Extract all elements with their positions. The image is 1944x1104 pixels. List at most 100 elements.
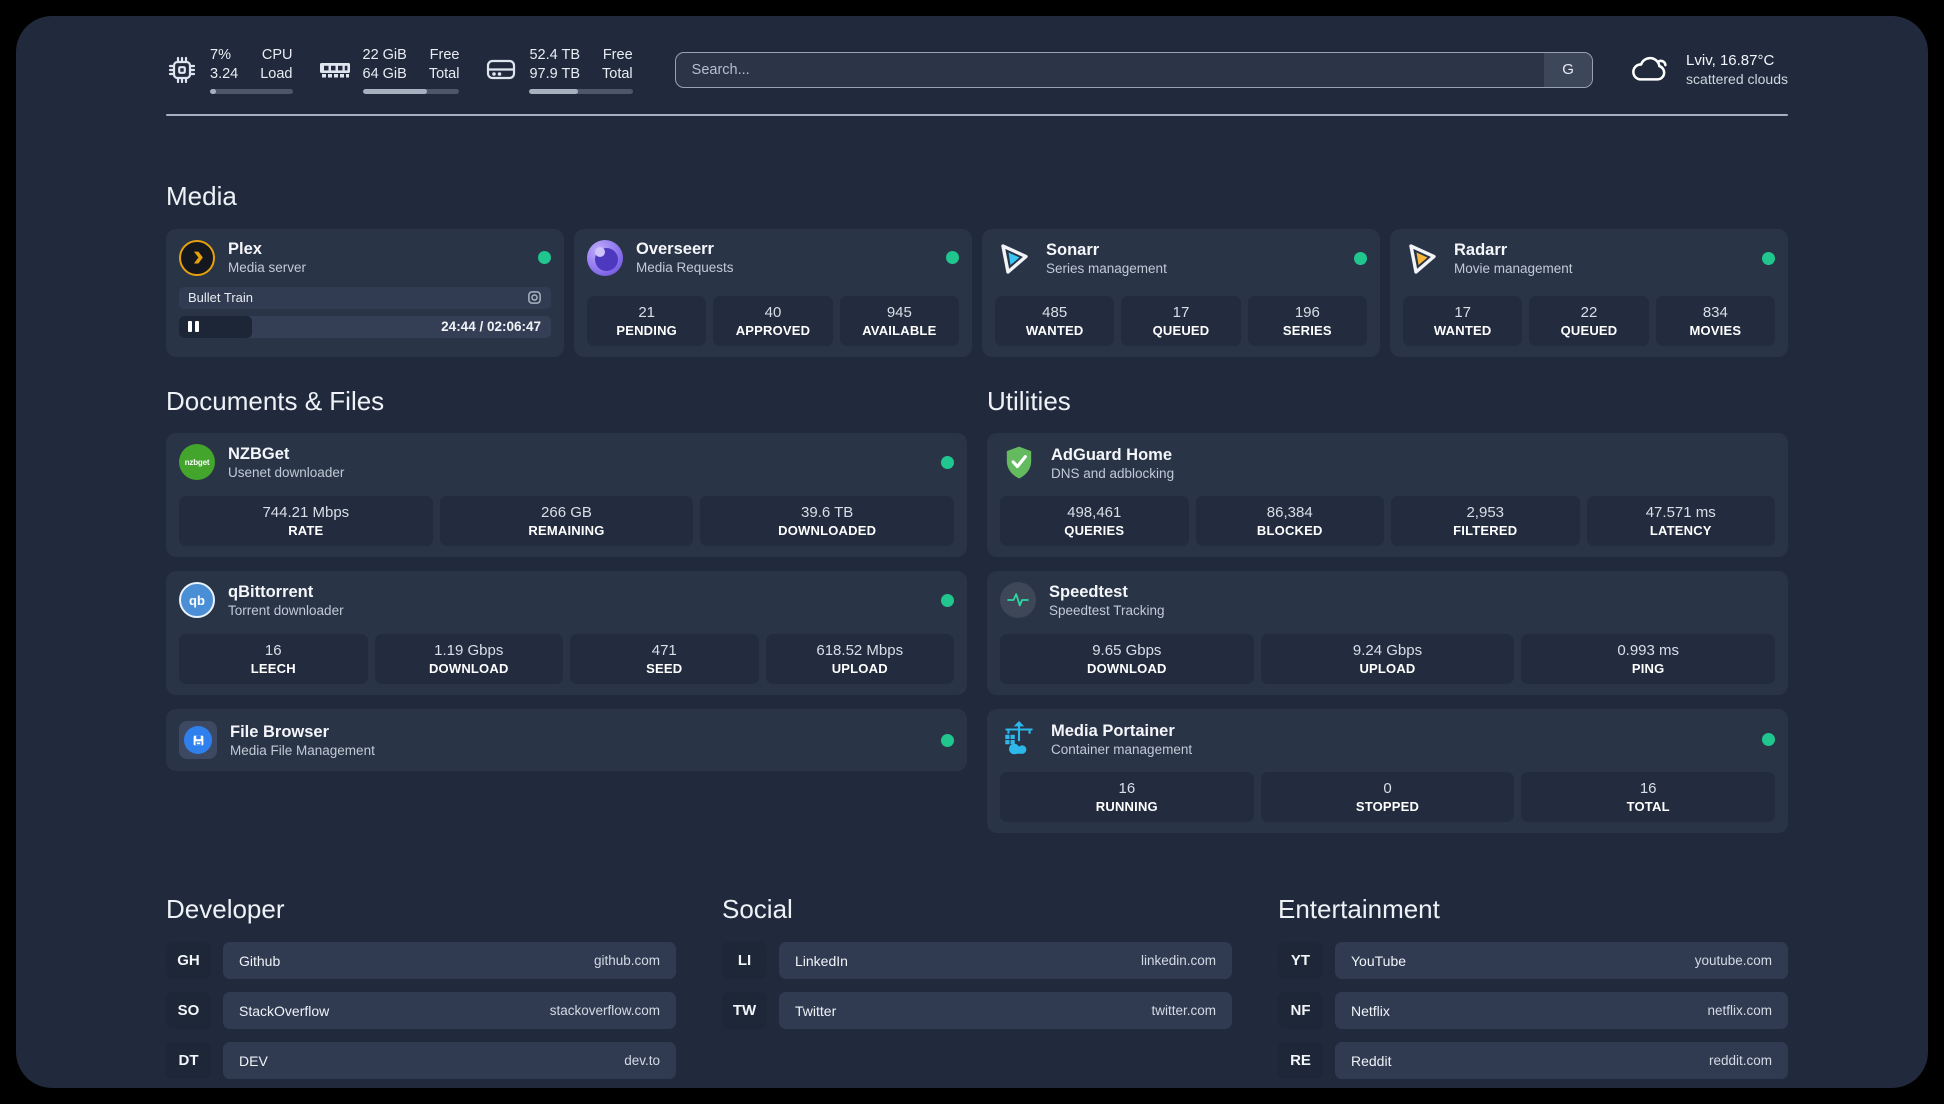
app-name: NZBGet bbox=[228, 444, 290, 463]
app-card-plex[interactable]: Plex Media server Bullet Train 24:44 / 0… bbox=[166, 228, 564, 357]
stat-tile: 17 QUEUED bbox=[1121, 295, 1241, 346]
section-title-social: Social bbox=[722, 894, 793, 925]
app-subtitle: Media server bbox=[228, 260, 307, 276]
disk-total-label: Total bbox=[602, 65, 633, 82]
app-subtitle: Series management bbox=[1046, 261, 1167, 277]
stat-tile: 618.52 Mbps UPLOAD bbox=[765, 634, 954, 685]
session-screen-icon bbox=[527, 290, 542, 305]
stat-tile: 9.24 Gbps UPLOAD bbox=[1260, 634, 1515, 685]
stat-tile: 39.6 TB DOWNLOADED bbox=[700, 496, 954, 547]
cloud-icon bbox=[1629, 53, 1673, 87]
app-card-adguard[interactable]: AdGuard Home DNS and adblocking 498,461 Q… bbox=[987, 433, 1788, 558]
status-dot bbox=[941, 593, 954, 607]
link-netflix[interactable]: NF Netflix netflix.com bbox=[1278, 992, 1788, 1030]
search-bar: G bbox=[674, 51, 1594, 88]
topbar: 7% 3.24 CPU Load 22 GiB 64 GiB Free Tota… bbox=[166, 46, 1788, 94]
app-card-filebrowser[interactable]: File Browser Media File Management bbox=[166, 709, 967, 772]
plex-icon bbox=[179, 239, 215, 276]
link-linkedin[interactable]: LI LinkedIn linkedin.com bbox=[722, 942, 1232, 980]
app-name: AdGuard Home bbox=[1051, 445, 1173, 464]
radarr-icon bbox=[1403, 240, 1441, 278]
status-dot bbox=[1762, 252, 1775, 266]
app-subtitle: Movie management bbox=[1454, 261, 1573, 277]
app-subtitle: Container management bbox=[1051, 742, 1193, 758]
status-dot bbox=[538, 251, 551, 265]
app-name: Sonarr bbox=[1046, 241, 1100, 259]
weather-location: Lviv, 16.87°C bbox=[1686, 52, 1775, 70]
section-media: Media Plex Media server Bullet Train 24:… bbox=[166, 181, 1788, 357]
section-documents: Documents & Files nzbget NZBGet Usenet d… bbox=[166, 385, 967, 834]
app-card-sonarr[interactable]: Sonarr Series management 485 WANTED 17 QUE… bbox=[982, 228, 1380, 357]
app-card-radarr[interactable]: Radarr Movie management 17 WANTED 22 QUEUE… bbox=[1390, 228, 1788, 357]
status-dot bbox=[941, 733, 954, 747]
app-card-portainer[interactable]: Media Portainer Container management 16 R… bbox=[987, 709, 1788, 834]
cpu-load-label: Load bbox=[260, 65, 293, 82]
stat-tile: 16 TOTAL bbox=[1521, 772, 1775, 823]
app-name: qBittorrent bbox=[228, 582, 314, 601]
search-engine-button[interactable]: G bbox=[1544, 52, 1593, 87]
filebrowser-icon bbox=[179, 721, 217, 760]
nzbget-icon: nzbget bbox=[179, 444, 215, 481]
stat-tile: 485 WANTED bbox=[995, 295, 1115, 346]
stat-tile: 21 PENDING bbox=[587, 295, 707, 346]
disk-free-value: 52.4 TB bbox=[529, 47, 581, 63]
link-abbr-badge: YT bbox=[1278, 942, 1323, 980]
app-name: Speedtest bbox=[1049, 582, 1128, 601]
system-stats: 7% 3.24 CPU Load 22 GiB 64 GiB Free Tota… bbox=[166, 46, 633, 94]
section-social: Social LI LinkedIn linkedin.com TW Twitt… bbox=[722, 895, 1232, 1079]
memory-progress-fill bbox=[362, 88, 427, 94]
link-abbr-badge: GH bbox=[166, 942, 211, 980]
link-reddit[interactable]: RE Reddit reddit.com bbox=[1278, 1042, 1788, 1080]
now-playing-title: Bullet Train bbox=[188, 290, 254, 306]
app-name: Radarr bbox=[1454, 241, 1508, 259]
memory-total-label: Total bbox=[428, 65, 460, 82]
app-card-speedtest[interactable]: Speedtest Speedtest Tracking 9.65 Gbps DO… bbox=[987, 571, 1788, 696]
dashboard-screen: 7% 3.24 CPU Load 22 GiB 64 GiB Free Tota… bbox=[0, 0, 1944, 1104]
status-dot bbox=[946, 251, 959, 265]
playback-elapsed-fill bbox=[179, 315, 252, 338]
stat-tile: 196 SERIES bbox=[1247, 295, 1367, 346]
app-card-nzbget[interactable]: nzbget NZBGet Usenet downloader 744.21 M… bbox=[166, 433, 967, 558]
app-name: Media Portainer bbox=[1051, 721, 1175, 740]
stat-tile: 266 GB REMAINING bbox=[439, 496, 694, 547]
search-input[interactable] bbox=[675, 52, 1545, 87]
cpu-load-value: 3.24 bbox=[210, 65, 239, 82]
overseerr-icon bbox=[587, 239, 623, 276]
app-card-qbittorrent[interactable]: qb qBittorrent Torrent downloader 16 LEEC… bbox=[166, 571, 967, 696]
memory-free-label: Free bbox=[429, 47, 460, 63]
qbittorrent-icon: qb bbox=[179, 582, 215, 619]
stat-tile: 40 APPROVED bbox=[713, 295, 833, 346]
disk-free-label: Free bbox=[602, 47, 633, 63]
link-abbr-badge: SO bbox=[166, 992, 211, 1030]
weather-condition: scattered clouds bbox=[1686, 71, 1788, 88]
link-abbr-badge: TW bbox=[722, 992, 767, 1030]
pause-icon bbox=[188, 321, 192, 333]
app-card-overseerr[interactable]: Overseerr Media Requests 21 PENDING 40 APP… bbox=[574, 228, 972, 357]
stat-tile: 498,461 QUERIES bbox=[1000, 496, 1189, 547]
section-title-documents: Documents & Files bbox=[166, 385, 385, 416]
link-youtube[interactable]: YT YouTube youtube.com bbox=[1278, 942, 1788, 980]
app-subtitle: Speedtest Tracking bbox=[1049, 603, 1165, 619]
cpu-progress-bar bbox=[210, 88, 293, 94]
disk-total-value: 97.9 TB bbox=[529, 65, 581, 82]
stat-tile: 16 RUNNING bbox=[1000, 772, 1254, 823]
cpu-percent: 7% bbox=[210, 47, 231, 63]
stat-tile: 834 MOVIES bbox=[1655, 295, 1775, 346]
memory-total-value: 64 GiB bbox=[362, 65, 407, 82]
plex-playback-progress: 24:44 / 02:06:47 bbox=[179, 315, 551, 338]
disk-stat: 52.4 TB 97.9 TB Free Total bbox=[485, 46, 633, 94]
app-subtitle: Media Requests bbox=[636, 260, 734, 276]
disk-progress-bar bbox=[529, 88, 633, 94]
link-dev[interactable]: DT DEV dev.to bbox=[166, 1042, 676, 1080]
disk-icon bbox=[485, 57, 517, 83]
link-twitter[interactable]: TW Twitter twitter.com bbox=[722, 992, 1232, 1030]
link-github[interactable]: GH Github github.com bbox=[166, 942, 676, 980]
cpu-progress-fill bbox=[210, 88, 216, 94]
cpu-stat: 7% 3.24 CPU Load bbox=[166, 46, 293, 94]
app-name: File Browser bbox=[230, 722, 330, 741]
stat-tile: 22 QUEUED bbox=[1529, 295, 1649, 346]
app-subtitle: Torrent downloader bbox=[228, 603, 344, 619]
link-stackoverflow[interactable]: SO StackOverflow stackoverflow.com bbox=[166, 992, 676, 1030]
memory-progress-bar bbox=[362, 88, 460, 94]
stat-tile: 9.65 Gbps DOWNLOAD bbox=[1000, 634, 1254, 685]
